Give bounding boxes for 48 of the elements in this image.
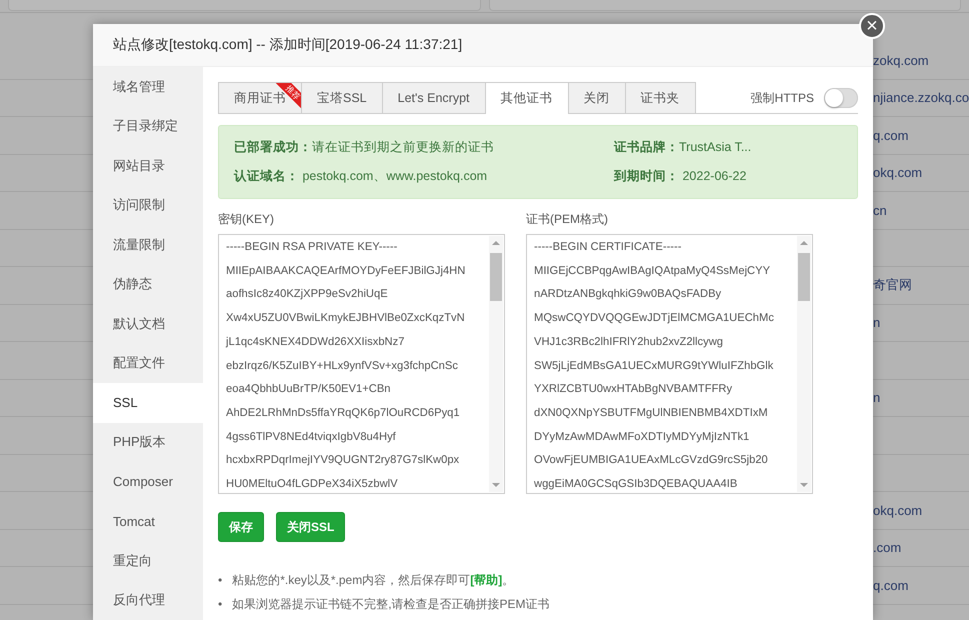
deploy-status-text: 已部署成功：请在证书到期之前更换新的证书 [234, 139, 495, 156]
cert-brand-text: 证书品牌：TrustAsia T... [614, 139, 752, 156]
tip-text: 如果浏览器提示证书链不完整,请检查是否正确拼接PEM证书 [232, 596, 550, 613]
bullet-text: • [218, 572, 222, 589]
tab[interactable]: 证书夹 [624, 82, 696, 113]
domain-text: q.com [873, 578, 908, 593]
force-https-label: 强制HTTPS [750, 90, 814, 106]
domain-text: zokq.com [873, 52, 929, 68]
domain-text: n [873, 390, 880, 406]
domain-text: cn [873, 202, 887, 218]
scrollbar[interactable] [489, 236, 503, 492]
domain-text: q.com [873, 128, 908, 143]
domain-text: n [873, 315, 880, 330]
scrollbar[interactable] [797, 236, 811, 492]
tip-text: 粘贴您的*.key以及*.pem内容，然后保存即可[帮助]。 [232, 572, 514, 589]
field-label: 证书(PEM格式) [526, 211, 609, 228]
domain-text: .com [873, 540, 902, 556]
sidebar-item[interactable]: 子目录绑定 [93, 106, 203, 146]
sidebar-item[interactable]: 访问限制 [93, 186, 203, 225]
sidebar-item[interactable]: 配置文件 [93, 344, 203, 383]
sidebar-item[interactable]: 伪静态 [93, 264, 203, 304]
domain-text: 奇官网 [873, 276, 912, 294]
sidebar-item[interactable]: 域名管理 [93, 67, 203, 106]
tab[interactable]: 宝塔SSL [301, 82, 383, 113]
bullet-text: • [218, 596, 222, 613]
field-label: 密钥(KEY) [218, 211, 276, 228]
sidebar-item[interactable]: 反向代理 [93, 580, 203, 620]
tab[interactable]: 其他证书 [484, 82, 569, 114]
sidebar-item[interactable]: SSL [93, 383, 203, 422]
domain-text: okq.com [873, 502, 922, 518]
tab[interactable]: Let's Encrypt [382, 82, 486, 113]
force-https-toggle[interactable] [824, 88, 858, 108]
domain-text: njiance.zzokq.co [873, 90, 969, 106]
domain-text: okq.com [873, 165, 922, 180]
tab[interactable]: 商用证书 推荐 [218, 82, 302, 113]
sidebar-item[interactable]: PHP版本 [93, 422, 203, 462]
expiry-date-text: 到期时间： 2022-06-22 [614, 168, 748, 185]
sidebar-item[interactable]: Composer [93, 462, 203, 502]
sidebar-item[interactable]: Tomcat [93, 502, 203, 541]
key-textarea[interactable]: -----BEGIN RSA PRIVATE KEY----- MIIEpAIBAAKCAQEArfMOYDyFeEFJBilGJj4HN aofhsIc8z40KZjXPP9eSv2hiUqE Xw4xU5ZU0VBwiLKmykEJBHVlBe0ZxcKqzTvN jL1qc4sKNEX4DDWd26XXIisxbNz7 ebzIrqz6/K5ZuIBY+HLx9ynfVSv+xg3fchpCnSc eoa4QbhbUuBrTP/K50EV1+CBn AhDE2LRhMnDs5ffaYRqQK6p7lOuRCD6Pyq1 4gss6TlPV8NEd4tviqxIgbV8u4Hyf hcxbxRPDqrImejIYV9QUGNT2ry87G7slKw0px HU0MEltuO4fLGDPeX34iX5zbwlV [218, 234, 505, 494]
tab[interactable]: 关闭 [568, 82, 626, 113]
sidebar-item[interactable]: 流量限制 [93, 225, 203, 264]
cert-textarea[interactable]: -----BEGIN CERTIFICATE----- MIIGEjCCBPqgAwIBAgIQAtpaMyQ4SsMejCYY nARDtzANBgkqhkiG9w0BAQsFADBy MQswCQYDVQQGEwJDTjElMCMGA1UEChMc VHJ1c3RBc2lhIFRlY2hub2xvZ2llcywg SW5jLjEdMBsGA1UECxMURG9tYWluIFZhbGlk YXRlZCBTU0wxHTAbBgNVBAMTFFRy dXN0QXNpYSBUTFMgUlNBIENBMB4XDTIxM DYyMzAwMDAwMFoXDTIyMDYyMjIzNTk1 OVowFjEUMBIGA1UEAxMLcGVzdG9rcS5jb20 wggEiMA0GCSqGSIb3DQEBAQUAA4IB [526, 234, 813, 494]
sidebar-item[interactable]: 网站目录 [93, 146, 203, 186]
sidebar-item[interactable]: 默认文档 [93, 304, 203, 344]
cert-domains-text: 认证域名： pestokq.com、www.pestokq.com [234, 168, 488, 185]
modal-title: 站点修改[testokq.com] -- 添加时间[2019-06-24 11:37:21] [113, 36, 462, 54]
sidebar-item[interactable]: 重定向 [93, 541, 203, 580]
